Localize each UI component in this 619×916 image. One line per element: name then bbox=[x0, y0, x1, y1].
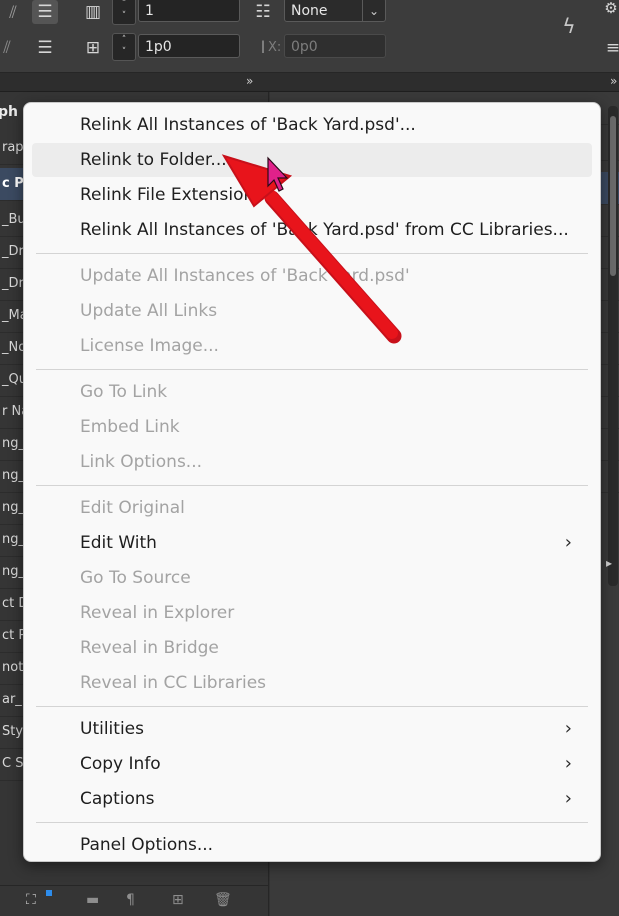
submenu-chevron-icon: › bbox=[564, 788, 572, 809]
menu-item-copy-info[interactable]: Copy Info › bbox=[32, 747, 592, 781]
menu-item-relink-all-instances-of-back-yard-psd[interactable]: Relink All Instances of 'Back Yard.psd'.… bbox=[32, 108, 592, 142]
align-to-grid-value: None bbox=[291, 3, 328, 19]
submenu-chevron-icon: › bbox=[564, 532, 572, 553]
menu-item-label: Link Options... bbox=[80, 452, 203, 472]
menu-item-label: Utilities bbox=[80, 719, 144, 739]
align-to-grid-select[interactable]: None ⌄ bbox=[284, 0, 386, 22]
menu-item-utilities[interactable]: Utilities › bbox=[32, 712, 592, 746]
menu-item-label: Panel Options... bbox=[80, 835, 214, 855]
badge-dot-icon bbox=[46, 890, 52, 896]
menu-item-label: Captions bbox=[80, 789, 155, 809]
menu-item-label: Edit With bbox=[80, 533, 157, 553]
bullet-list-icon[interactable]: ☰ bbox=[32, 36, 58, 60]
menu-item-label: Relink File Extension... bbox=[80, 185, 271, 205]
menu-item-label: Relink to Folder... bbox=[80, 150, 227, 170]
menu-item-embed-link: Embed Link bbox=[32, 410, 592, 444]
menu-item-label: Update All Instances of 'Back Yard.psd' bbox=[80, 266, 410, 286]
menu-item-label: License Image... bbox=[80, 336, 219, 356]
menu-separator bbox=[36, 369, 588, 370]
paragraph-shade-icon[interactable]: ⫽ bbox=[0, 36, 20, 60]
menu-item-label: Embed Link bbox=[80, 417, 180, 437]
columns-input[interactable]: 1 bbox=[138, 0, 240, 22]
menu-item-go-to-link: Go To Link bbox=[32, 375, 592, 409]
menu-item-label: Go To Link bbox=[80, 382, 168, 402]
columns-stepper[interactable]: ˄ ˅ bbox=[112, 0, 136, 25]
hamburger-menu-icon[interactable]: ≡ bbox=[600, 36, 619, 60]
columns-icon[interactable]: ▥ bbox=[80, 0, 106, 24]
menu-item-edit-original: Edit Original bbox=[32, 491, 592, 525]
gutter-icon[interactable]: ⊞ bbox=[80, 36, 106, 60]
menu-item-label: Go To Source bbox=[80, 568, 191, 588]
expand-arrow-icon[interactable]: ▸ bbox=[606, 556, 612, 570]
clear-overrides-icon[interactable]: ¶ bbox=[126, 892, 135, 908]
grid-align-icon[interactable]: ☷ bbox=[250, 0, 276, 24]
menu-item-label: Relink All Instances of 'Back Yard.psd' … bbox=[80, 220, 569, 240]
justify-icon[interactable]: ☰ bbox=[32, 0, 58, 24]
chevron-down-icon: ⌄ bbox=[362, 0, 385, 21]
lightning-icon[interactable]: ϟ bbox=[556, 14, 582, 38]
scrollbar-thumb[interactable] bbox=[610, 116, 616, 276]
panel-collapse-bar: » » bbox=[0, 73, 619, 92]
menu-item-panel-options[interactable]: Panel Options... bbox=[32, 828, 592, 862]
indent-label: X: bbox=[268, 40, 282, 55]
menu-item-link-options: Link Options... bbox=[32, 445, 592, 479]
menu-item-license-image: License Image... bbox=[32, 329, 592, 363]
style-group-icon[interactable]: ⛶ bbox=[26, 892, 36, 908]
gutter-stepper[interactable]: ˄ ˅ bbox=[112, 33, 136, 61]
menu-item-relink-file-extension[interactable]: Relink File Extension... bbox=[32, 178, 592, 212]
menu-item-edit-with[interactable]: Edit With › bbox=[32, 526, 592, 560]
menu-item-label: Reveal in Explorer bbox=[80, 603, 235, 623]
links-context-menu: Relink All Instances of 'Back Yard.psd'.… bbox=[23, 102, 601, 862]
menu-separator bbox=[36, 706, 588, 707]
menu-item-reveal-in-cc-libraries: Reveal in CC Libraries bbox=[32, 666, 592, 700]
menu-separator bbox=[36, 253, 588, 254]
collapse-arrows-icon[interactable]: » bbox=[610, 74, 617, 88]
menu-item-reveal-in-bridge: Reveal in Bridge bbox=[32, 631, 592, 665]
menu-item-update-all-instances-of-back-yard-psd: Update All Instances of 'Back Yard.psd' bbox=[32, 259, 592, 293]
submenu-chevron-icon: › bbox=[564, 753, 572, 774]
indent-input: 0p0 bbox=[284, 34, 386, 58]
gutter-input[interactable]: 1p0 bbox=[138, 34, 240, 58]
menu-item-reveal-in-explorer: Reveal in Explorer bbox=[32, 596, 592, 630]
menu-item-label: Edit Original bbox=[80, 498, 185, 518]
trash-icon[interactable]: 🗑 bbox=[214, 892, 232, 908]
control-toolbar: ⫽ ☰ ▥ ˄ ˅ 1 ☷ None ⌄ ϟ ⚙ ⫽ ☰ ⊞ ˄ ˅ 1p0 Ⅰ X… bbox=[0, 0, 619, 73]
gear-icon[interactable]: ⚙ bbox=[598, 0, 619, 20]
menu-separator bbox=[36, 822, 588, 823]
menu-item-label: Update All Links bbox=[80, 301, 218, 321]
menu-item-relink-to-folder[interactable]: Relink to Folder... bbox=[32, 143, 592, 177]
menu-separator bbox=[36, 485, 588, 486]
new-folder-icon[interactable]: ▬ bbox=[86, 892, 99, 908]
align-left-icon[interactable]: ⫽ bbox=[0, 1, 26, 25]
new-style-icon[interactable]: ⊞ bbox=[172, 892, 184, 908]
menu-item-update-all-links: Update All Links bbox=[32, 294, 592, 328]
menu-item-label: Reveal in Bridge bbox=[80, 638, 219, 658]
submenu-chevron-icon: › bbox=[564, 718, 572, 739]
panel-footer: ⛶ ▬ ¶ ⊞ 🗑 bbox=[0, 885, 268, 916]
menu-item-go-to-source: Go To Source bbox=[32, 561, 592, 595]
menu-item-label: Reveal in CC Libraries bbox=[80, 673, 267, 693]
menu-item-label: Relink All Instances of 'Back Yard.psd'.… bbox=[80, 115, 416, 135]
menu-item-relink-all-instances-of-back-yard-psd-from-cc-libraries[interactable]: Relink All Instances of 'Back Yard.psd' … bbox=[32, 213, 592, 247]
collapse-arrows-icon[interactable]: » bbox=[246, 74, 253, 88]
scrollbar[interactable] bbox=[608, 106, 618, 586]
menu-item-label: Copy Info bbox=[80, 754, 161, 774]
menu-item-captions[interactable]: Captions › bbox=[32, 782, 592, 816]
